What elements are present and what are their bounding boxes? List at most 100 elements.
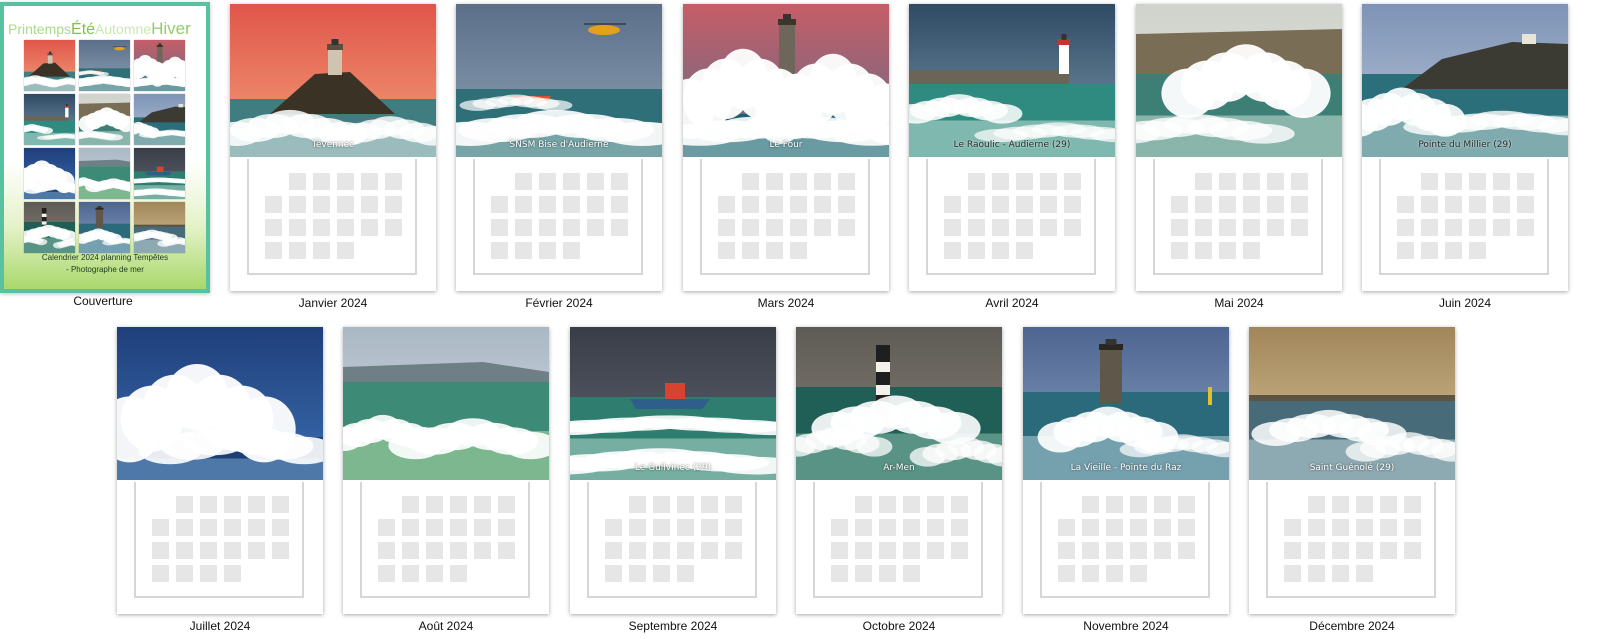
page-month[interactable]: Août 2024	[343, 327, 549, 633]
month-card: La Vieille - Pointe du Raz	[1023, 327, 1229, 614]
calendar-day-cell	[1040, 219, 1057, 236]
calendar-day-cell	[1219, 242, 1236, 259]
calendar-day-cell	[701, 496, 718, 513]
season-autumn: Automne	[95, 21, 152, 37]
calendar-day-cell	[629, 542, 646, 559]
page-month[interactable]: Saint Guénolé (29) Décembre 2024	[1249, 327, 1455, 633]
photo-scene	[683, 4, 889, 157]
calendar-day-cell	[515, 219, 532, 236]
calendar-day-cell	[587, 196, 604, 213]
page-month[interactable]: Le Four Mars 2024	[683, 4, 889, 310]
calendar-day-cell	[378, 565, 395, 582]
calendar-day-cell	[1493, 219, 1510, 236]
calendar-day-cell	[951, 496, 968, 513]
month-photo: Tévennec	[230, 4, 436, 157]
calendar-day-cell	[1445, 242, 1462, 259]
page-month[interactable]: La Vieille - Pointe du Raz Novembre 2024	[1023, 327, 1229, 633]
cover-thumbnail	[134, 94, 185, 145]
calendar-day-cell	[1082, 565, 1099, 582]
calendar-day-cell	[474, 542, 491, 559]
cover-thumbnail	[79, 148, 130, 199]
calendar-day-cell	[766, 219, 783, 236]
calendar-day-cell	[402, 519, 419, 536]
calendar-day-cell	[903, 519, 920, 536]
calendar-day-cell	[611, 173, 628, 190]
calendar-day-cell	[790, 242, 807, 259]
calendar-day-cell	[944, 196, 961, 213]
page-label: Octobre 2024	[862, 619, 936, 633]
page-month[interactable]: Juillet 2024	[117, 327, 323, 633]
calendar-day-cell	[1380, 496, 1397, 513]
page-month[interactable]: Le Guilvinec (29) Septembre 2024	[570, 327, 776, 633]
calendar-day-cell	[927, 542, 944, 559]
calendar-day-cell	[1178, 496, 1195, 513]
calendar-day-cell	[1058, 565, 1075, 582]
cover-thumbnail	[24, 202, 75, 253]
calendar-day-cell	[1040, 196, 1057, 213]
calendar-day-cell	[1469, 242, 1486, 259]
calendar-day-cell	[1243, 173, 1260, 190]
calendar-day-cell	[1106, 565, 1123, 582]
calendar-day-cell	[718, 196, 735, 213]
calendar-day-cell	[1421, 242, 1438, 259]
calendar-day-cell	[200, 542, 217, 559]
calendar-day-cell	[742, 242, 759, 259]
calendar-day-cell	[1404, 542, 1421, 559]
photo-scene	[134, 148, 185, 199]
page-month[interactable]: Tévennec Janvier 2024	[230, 4, 436, 310]
calendar-day-cell	[1421, 173, 1438, 190]
page-month[interactable]: Pointe du Millier (29) Juin 2024	[1362, 4, 1568, 310]
page-month[interactable]: SNSM Bise d'Audierne Février 2024	[456, 4, 662, 310]
page-cover[interactable]: PrintempsÉtéAutomneHiver Calendrier 2024…	[0, 2, 210, 308]
calendar-day-cell	[498, 542, 515, 559]
calendar-day-cell	[272, 519, 289, 536]
calendar-day-cell	[539, 219, 556, 236]
calendar-day-cell	[289, 219, 306, 236]
page-month[interactable]: Ar-Men Octobre 2024	[796, 327, 1002, 633]
month-photo: Saint Guénolé (29)	[1249, 327, 1455, 480]
calendar-day-cell	[539, 196, 556, 213]
calendar-day-cell	[790, 196, 807, 213]
calendar-day-cell	[498, 496, 515, 513]
calendar-day-cell	[1219, 173, 1236, 190]
calendar-day-cell	[855, 496, 872, 513]
calendar-day-cell	[766, 242, 783, 259]
calendar-day-cell	[1397, 242, 1414, 259]
calendar-day-cell	[200, 565, 217, 582]
calendar-day-cell	[1421, 219, 1438, 236]
calendar-day-cell	[992, 219, 1009, 236]
cover-thumbnail	[24, 40, 75, 91]
calendar-day-cell	[838, 196, 855, 213]
page-month[interactable]: Mai 2024	[1136, 4, 1342, 310]
calendar-day-cell	[539, 242, 556, 259]
calendar-day-cell	[611, 196, 628, 213]
calendar-day-cell	[515, 196, 532, 213]
calendar-day-cell	[1356, 519, 1373, 536]
calendar-day-cell	[426, 542, 443, 559]
calendar-day-cell	[605, 542, 622, 559]
calendar-day-cell	[361, 219, 378, 236]
photo-scene	[134, 202, 185, 253]
page-month[interactable]: Le Raoulic - Audierne (29) Avril 2024	[909, 4, 1115, 310]
calendar-day-cell	[1308, 519, 1325, 536]
calendar-day-cell	[587, 219, 604, 236]
calendar-day-cell	[289, 196, 306, 213]
calendar-day-cell	[790, 173, 807, 190]
calendar-day-cell	[224, 542, 241, 559]
month-photo: Pointe du Millier (29)	[1362, 4, 1568, 157]
calendar-day-cell	[450, 519, 467, 536]
calendar-day-cell	[313, 173, 330, 190]
calendar-day-cell	[313, 242, 330, 259]
calendar-grid	[1379, 159, 1549, 275]
calendar-day-cell	[879, 519, 896, 536]
calendar-day-cell	[1082, 542, 1099, 559]
calendar-day-cell	[831, 565, 848, 582]
calendar-day-cell	[968, 242, 985, 259]
calendar-day-cell	[944, 219, 961, 236]
calendar-day-cell	[378, 519, 395, 536]
calendar-day-cell	[1404, 519, 1421, 536]
calendar-day-cell	[289, 173, 306, 190]
calendar-day-cell	[1219, 196, 1236, 213]
calendar-day-cell	[903, 496, 920, 513]
photo-scene	[79, 202, 130, 253]
